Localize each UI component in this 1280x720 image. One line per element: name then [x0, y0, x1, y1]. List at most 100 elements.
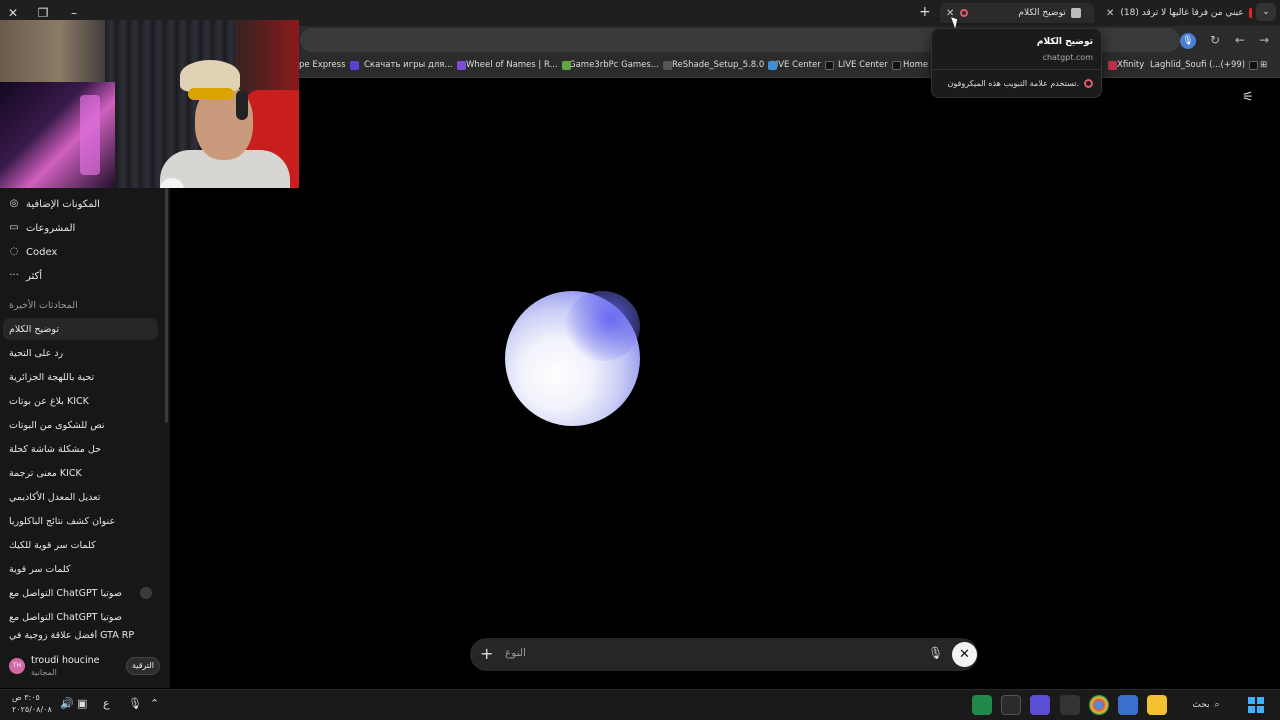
bookmark-item[interactable]: Скачать игры для...: [364, 60, 466, 70]
end-voice-button[interactable]: ✕: [952, 642, 977, 667]
bookmark-icon: [349, 60, 359, 70]
popup-title: توضيح الكلام: [1036, 37, 1093, 47]
wheel-icon: [561, 60, 571, 70]
chat-list-item[interactable]: رد على التحية: [3, 342, 158, 364]
sidebar-scrollbar[interactable]: [165, 188, 168, 423]
voice-settings-icon[interactable]: ⚟: [1242, 90, 1254, 105]
chat-list-item[interactable]: معنى ترجمة KICK: [3, 462, 158, 484]
chat-list-item[interactable]: تعديل المعدل الأكاديمي: [3, 486, 158, 508]
chat-list-item[interactable]: كلمات سر قوية: [3, 558, 158, 580]
game-icon: [662, 60, 672, 70]
reload-icon[interactable]: ↻: [1210, 33, 1220, 47]
sidebar-item-plugins[interactable]: ◎ المكونات الإضافية: [8, 193, 100, 215]
recent-chats-heading: المحادثات الأخيرة: [9, 300, 78, 311]
composer-input[interactable]: النوع: [505, 647, 526, 659]
search-label: بحث: [1192, 700, 1210, 710]
chrome-icon[interactable]: [1089, 695, 1109, 715]
language-indicator[interactable]: ع: [103, 697, 110, 710]
microphone-icon[interactable]: 🎙: [128, 697, 142, 710]
youtube-icon: [1248, 8, 1252, 18]
file-explorer-icon[interactable]: [1147, 695, 1167, 715]
microphone-icon[interactable]: 🎙: [928, 646, 943, 660]
sidebar-item-more[interactable]: ··· أكثر: [8, 265, 42, 287]
apps-grid-icon[interactable]: ⊞: [1260, 60, 1267, 70]
microphone-in-use-icon[interactable]: 🎙: [1180, 33, 1196, 49]
search-icon: ⌕: [1214, 700, 1220, 710]
tab-title: توضيح الكلام: [1018, 8, 1066, 18]
close-window-icon[interactable]: ✕: [5, 5, 21, 21]
chat-title: التواصل مع ChatGPT صوتيا: [9, 587, 122, 599]
chat-list-item[interactable]: توضيح الكلام: [3, 318, 158, 340]
user-profile-row[interactable]: TH troudi houcine المجانية الترقية: [0, 652, 170, 682]
app-icon[interactable]: [1001, 695, 1021, 715]
bookmark-item[interactable]: Game3rbPc Games...: [569, 60, 672, 70]
webcam-overlay: [0, 20, 299, 188]
chat-list-item[interactable]: بلاغ عن بوتات KICK: [3, 390, 158, 412]
clock-time: ٣:٠٥ ص: [12, 693, 40, 702]
chevron-up-icon[interactable]: ⌃: [150, 697, 159, 710]
sidebar-item-label: المكونات الإضافية: [26, 198, 100, 210]
folder-icon: ▭: [9, 222, 19, 233]
bookmark-item[interactable]: pe Express: [299, 60, 359, 70]
bookmark-item[interactable]: Wheel of Names | R...: [466, 60, 571, 70]
app-icon[interactable]: [1060, 695, 1080, 715]
upgrade-button[interactable]: الترقية: [126, 657, 160, 675]
chat-list-item[interactable]: أفضل علاقة زوجية في GTA RP: [3, 630, 158, 644]
close-tab-icon[interactable]: ✕: [1106, 8, 1114, 19]
minimize-window-icon[interactable]: –: [66, 5, 82, 21]
chat-list-item[interactable]: حل مشكلة شاشة كحلة: [3, 438, 158, 460]
volume-icon[interactable]: 🔊: [60, 697, 74, 710]
chat-list-item[interactable]: التواصل مع ChatGPT صوتيا: [3, 606, 158, 628]
more-icon: ···: [9, 270, 19, 281]
sidebar-item-label: المشروعات: [26, 222, 76, 234]
bookmark-item[interactable]: Home -: [903, 60, 934, 70]
restore-window-icon[interactable]: ❐: [35, 5, 51, 21]
clock-date: ٢٠٢٥/٠٨/٠٨: [12, 705, 52, 714]
tab-youtube[interactable]: ✕ (18) عيني من فرقا غاليها لا ترقد: [1100, 3, 1252, 23]
tab-hover-card: توضيح الكلام chatgpt.com تستخدم علامة ال…: [931, 28, 1102, 98]
tab-title: (18) عيني من فرقا غاليها لا ترقد: [1120, 8, 1244, 18]
taskbar-search[interactable]: بحث ⌕: [1180, 696, 1232, 714]
system-clock[interactable]: ٣:٠٥ ص ٢٠٢٥/٠٨/٠٨: [12, 692, 52, 716]
sidebar-item-label: أكثر: [26, 270, 43, 282]
sidebar-item-label: Codex: [26, 246, 58, 258]
tab-search-chevron-icon[interactable]: ⌄: [1256, 3, 1276, 21]
teams-icon[interactable]: [1030, 695, 1050, 715]
download-icon: [768, 60, 778, 70]
tiktok-icon: [1249, 60, 1259, 70]
group-chat-icon: [140, 587, 152, 599]
chatgpt-icon: [1070, 8, 1081, 18]
bookmark-item[interactable]: LIVE Center: [771, 60, 834, 70]
voice-composer[interactable]: + النوع 🎙: [470, 638, 978, 671]
forward-icon[interactable]: ←: [1235, 33, 1245, 47]
chat-list-item[interactable]: نص للشكوى من البوتات: [3, 414, 158, 436]
sidebar-item-codex[interactable]: ◌ Codex: [8, 241, 58, 263]
plugin-icon: ◎: [9, 198, 19, 209]
add-attachment-icon[interactable]: +: [480, 645, 493, 663]
windows-start-icon[interactable]: [1248, 697, 1264, 713]
popup-domain: chatgpt.com: [1042, 53, 1093, 62]
bookmark-icon: [1108, 60, 1117, 70]
chat-list-item[interactable]: كلمات سر قوية للكيك: [3, 534, 158, 556]
display-icon[interactable]: ▣: [77, 697, 87, 710]
recording-icon: [1084, 79, 1093, 88]
sidebar-item-projects[interactable]: ▭ المشروعات: [8, 217, 75, 239]
tiktok-icon: [824, 60, 834, 70]
codex-icon: ◌: [9, 246, 19, 257]
back-icon[interactable]: →: [1259, 33, 1269, 47]
chat-list-item[interactable]: تحية باللهجة الجزائرية: [3, 366, 158, 388]
divider: [932, 69, 1101, 70]
bookmark-item[interactable]: LIVE Center: [838, 60, 901, 70]
new-tab-button[interactable]: +: [919, 4, 931, 20]
bookmark-icon: [456, 60, 466, 70]
tiktok-icon: [891, 60, 901, 70]
chat-list-item[interactable]: التواصل مع ChatGPT صوتيا: [3, 582, 158, 604]
store-icon[interactable]: [1118, 695, 1138, 715]
bookmark-item[interactable]: Xfinity: [1104, 60, 1144, 70]
bookmark-item[interactable]: ReShade_Setup_5.8.0: [672, 60, 778, 70]
app-icon[interactable]: [972, 695, 992, 715]
popup-mic-message: تستخدم علامة التبويب هذه الميكروفون.: [948, 79, 1093, 88]
tab-chatgpt[interactable]: ✕ توضيح الكلام: [940, 3, 1094, 23]
bookmark-item[interactable]: Laghlid_Soufi (...(+99): [1150, 60, 1259, 70]
chat-list-item[interactable]: عنوان كشف نتائج الباكلوريا: [3, 510, 158, 532]
